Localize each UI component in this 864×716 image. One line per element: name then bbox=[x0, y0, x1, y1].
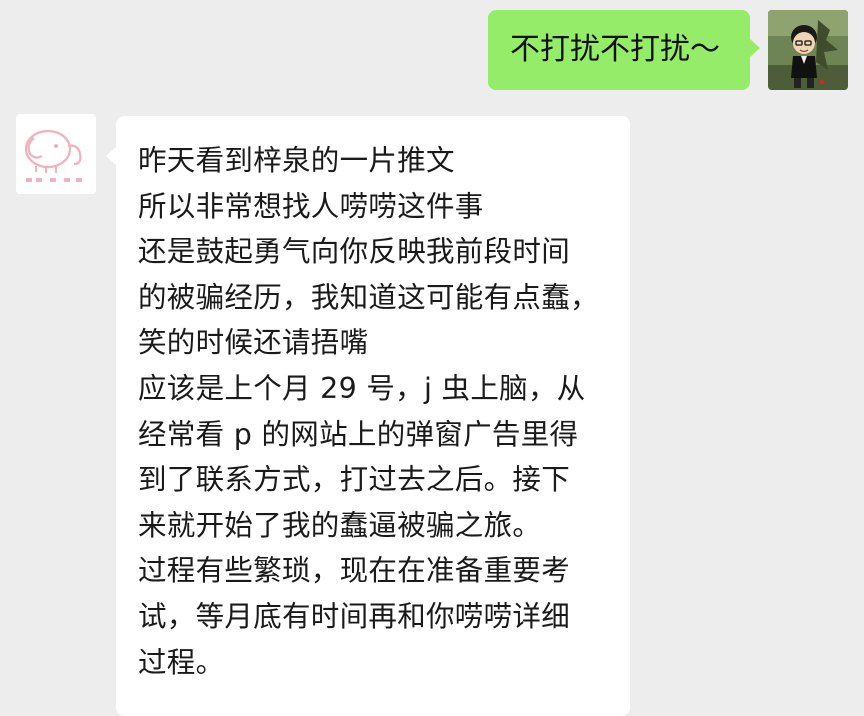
incoming-message-bubble[interactable]: 昨天看到梓泉的一片推文 所以非常想找人唠唠这件事 还是鼓起勇气向你反映我前段时间… bbox=[106, 116, 630, 716]
message-line: 还是鼓起勇气向你反映我前段时间 bbox=[138, 235, 571, 269]
message-line: 所以非常想找人唠唠这件事 bbox=[138, 189, 484, 223]
message-line: 经常看 p 的网站上的弹窗广告里得 bbox=[138, 417, 579, 451]
chat-window: 不打扰不打扰～ 昨天看到梓泉的一片推文 所以非常想找人唠唠这件事 还是鼓起勇气向… bbox=[0, 0, 864, 716]
cartoon-man-avatar-icon bbox=[768, 10, 848, 90]
message-line: 过程。 bbox=[138, 645, 225, 679]
message-line: 昨天看到梓泉的一片推文 bbox=[138, 144, 455, 177]
message-line: 应该是上个月 29 号，j 虫上脑，从 bbox=[138, 371, 586, 405]
message-line: 到了联系方式，打过去之后。接下 bbox=[138, 463, 571, 497]
message-line: 来就开始了我的蠢逼被骗之旅。 bbox=[138, 508, 542, 542]
message-line: 过程有些繁琐，现在在准备重要考 bbox=[138, 554, 571, 588]
outgoing-message-text: 不打扰不打扰～ bbox=[510, 32, 720, 67]
pink-elephant-icon bbox=[16, 114, 96, 194]
outgoing-message-bubble[interactable]: 不打扰不打扰～ bbox=[488, 10, 760, 90]
contact-avatar[interactable] bbox=[16, 114, 96, 194]
message-line: 笑的时候还请捂嘴 bbox=[138, 326, 369, 360]
message-line: 的被骗经历，我知道这可能有点蠢， bbox=[138, 280, 599, 314]
message-line: 试，等月底有时间再和你唠唠详细 bbox=[138, 599, 571, 633]
self-avatar[interactable] bbox=[768, 10, 848, 90]
